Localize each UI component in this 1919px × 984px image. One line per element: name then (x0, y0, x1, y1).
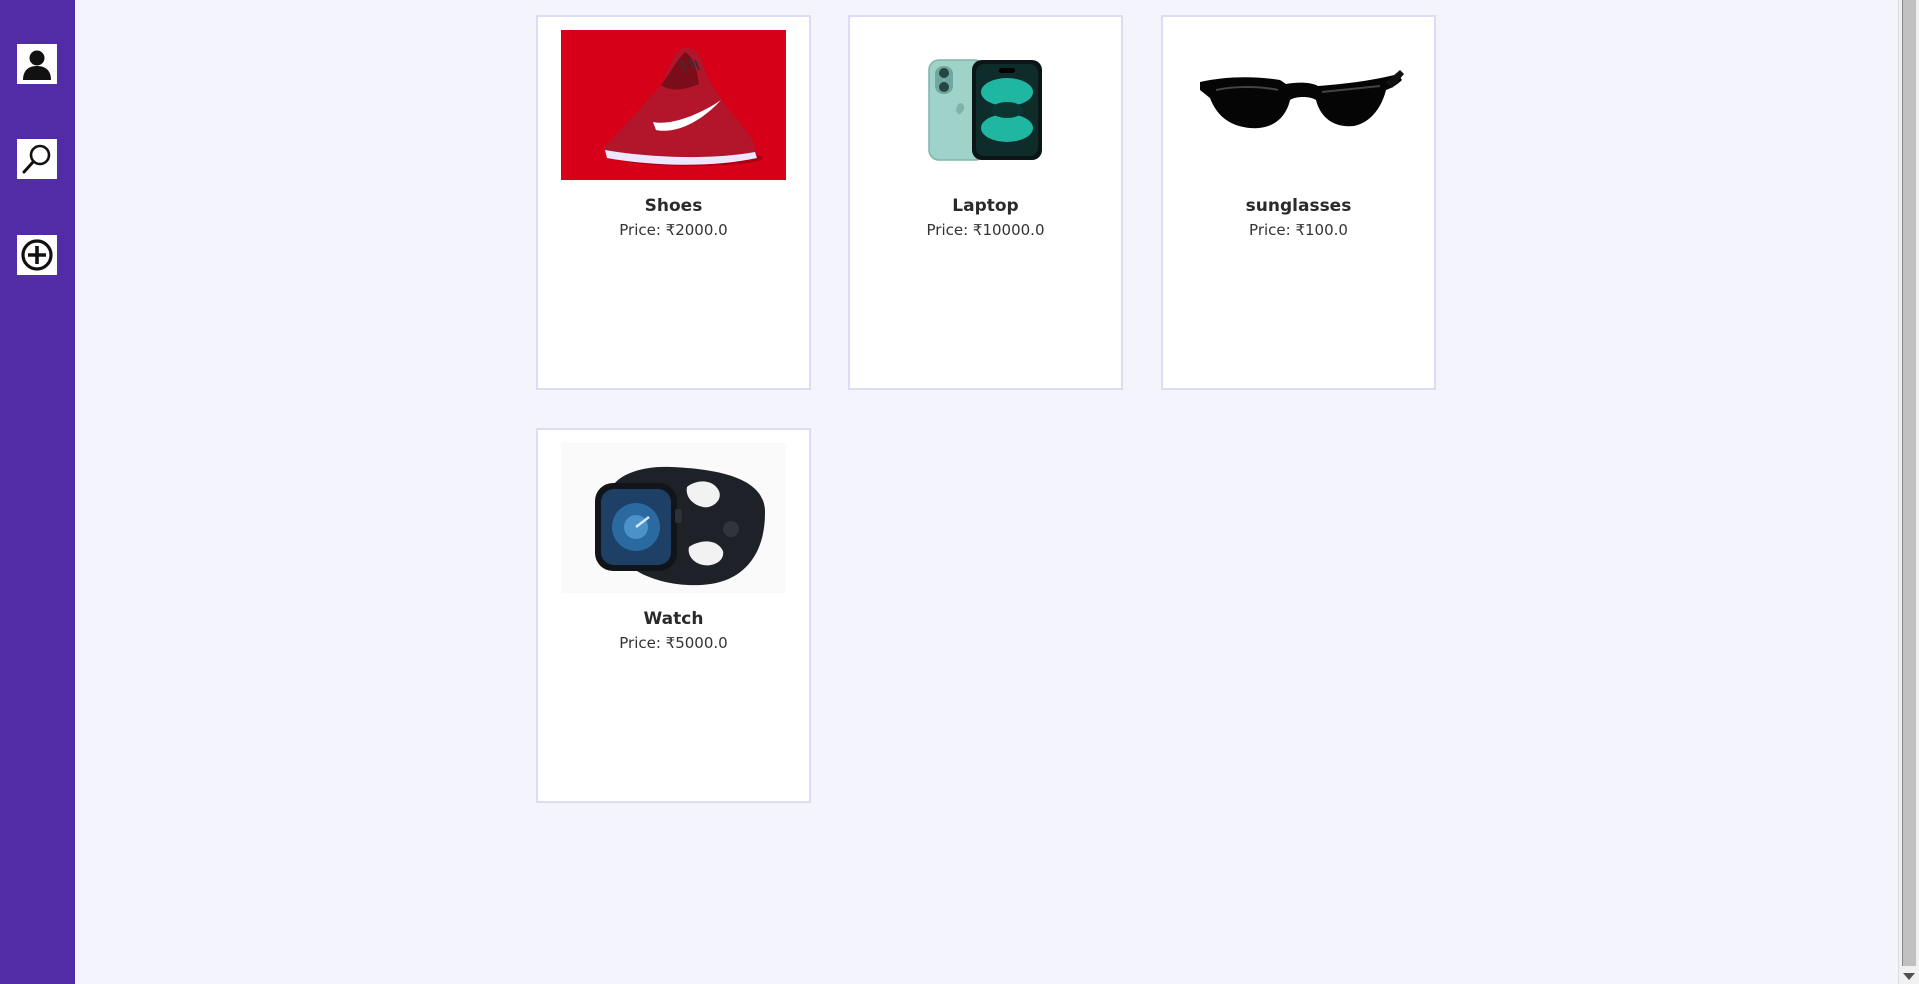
product-card[interactable]: sunglasses Price: ₹100.0 (1161, 15, 1436, 390)
add-icon (21, 239, 53, 271)
scroll-down-arrow-icon[interactable] (1903, 973, 1915, 980)
product-price: Price: ₹100.0 (1249, 221, 1348, 239)
search-icon (22, 144, 51, 174)
product-name: sunglasses (1245, 196, 1352, 216)
product-name: Shoes (644, 196, 703, 216)
sunglasses-image (1186, 30, 1411, 180)
phone-image (873, 30, 1098, 180)
profile-button[interactable] (17, 44, 57, 84)
search-button[interactable] (17, 139, 57, 179)
product-name: Watch (643, 609, 704, 629)
product-name: Laptop (952, 196, 1019, 216)
product-card[interactable]: Shoes Price: ₹2000.0 (536, 15, 811, 390)
user-icon (23, 50, 51, 80)
scrollbar-thumb[interactable] (1902, 0, 1916, 966)
product-price: Price: ₹5000.0 (619, 634, 728, 652)
product-card[interactable]: Watch Price: ₹5000.0 (536, 428, 811, 803)
sidebar (0, 0, 75, 984)
add-product-button[interactable] (17, 235, 57, 275)
smartwatch-image (561, 443, 786, 593)
product-price: Price: ₹2000.0 (619, 221, 728, 239)
red-sneaker-image (561, 30, 786, 180)
product-card[interactable]: Laptop Price: ₹10000.0 (848, 15, 1123, 390)
product-price: Price: ₹10000.0 (926, 221, 1045, 239)
vertical-scrollbar[interactable] (1898, 0, 1919, 984)
